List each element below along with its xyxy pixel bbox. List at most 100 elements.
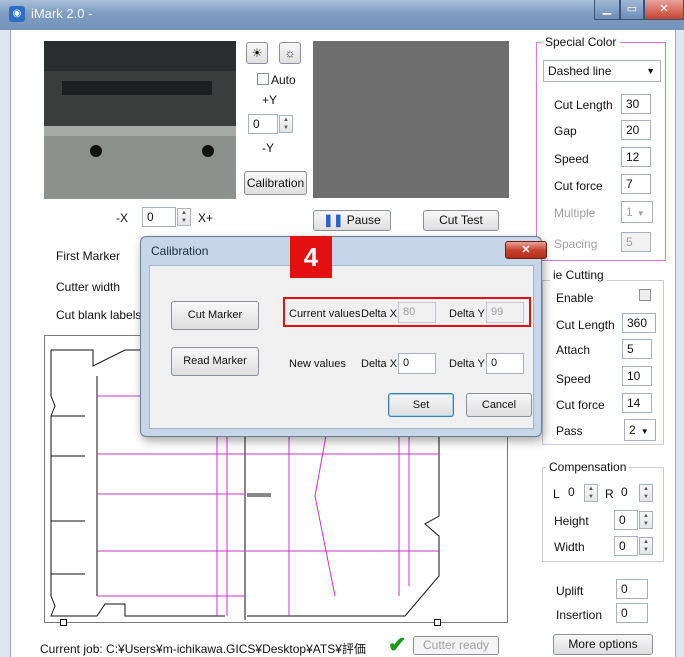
window-title: iMark 2.0 - [31,6,93,21]
current-job-label: Current job: C:¥Users¥m-ichikawa.GICS¥De… [40,642,366,656]
comp-l-stepper[interactable]: ▲ ▼ [584,484,598,502]
pause-label: Pause [346,213,381,227]
highlight-box [283,297,531,327]
cutter-ready-button[interactable]: Cutter ready [413,636,499,655]
dc-cutforce-input[interactable]: 14 [622,393,652,413]
sc-multiple-value: 1 [626,205,633,219]
auto-checkbox[interactable] [257,73,269,85]
sc-cut-length-input[interactable]: 30 [621,94,651,114]
maximize-button[interactable]: ▭ [620,0,644,20]
sc-speed-input[interactable]: 12 [621,147,651,167]
dialog-close-button[interactable]: ✕ [505,241,547,259]
preview-pane [313,41,509,198]
camera-image [44,41,236,199]
new-values-label: New values [289,358,346,370]
plus-x-label: X+ [198,211,214,225]
close-button[interactable]: ✕ [644,0,684,20]
uplift-input[interactable]: 0 [616,579,648,599]
die-cutting-title: ie Cutting [550,268,607,282]
dc-pass-value: 2 [629,423,636,437]
sc-cut-length-label: Cut Length [554,98,613,112]
comp-height-label: Height [554,514,589,528]
dc-speed-label: Speed [556,372,591,386]
insertion-label: Insertion [556,608,603,622]
title-bar: ◉ iMark 2.0 - ▁ ▭ ✕ [0,0,684,30]
comp-l-label: L [553,487,560,501]
dc-enable-checkbox[interactable] [639,289,651,301]
more-options-button[interactable]: More options [553,634,653,655]
line-type-value: Dashed line [548,64,612,78]
dc-cut-length-label: Cut Length [556,318,615,332]
read-marker-button[interactable]: Read Marker [171,347,259,376]
line-type-select[interactable]: Dashed line ▼ [543,60,661,82]
minus-y-label: -Y [262,141,274,155]
comp-width-input[interactable]: 0 [614,536,638,556]
new-dy-input[interactable]: 0 [486,353,524,374]
comp-width-stepper[interactable]: ▲ ▼ [639,537,653,555]
pause-button[interactable]: ❚❚ Pause [313,210,391,231]
sc-gap-input[interactable]: 20 [621,120,651,140]
dc-pass-select[interactable]: 2 ▼ [624,419,656,441]
y-stepper[interactable]: ▲ ▼ [279,115,293,133]
new-dy-label: Delta Y [449,358,485,370]
sc-multiple-label: Multiple [554,206,596,220]
sc-spacing-label: Spacing [554,237,598,251]
eye-icon[interactable]: ◉ [9,6,25,22]
comp-height-input[interactable]: 0 [614,510,638,530]
dc-enable-label: Enable [556,291,594,305]
camera-view [44,41,236,199]
dc-attach-input[interactable]: 5 [622,339,652,359]
comp-width-label: Width [554,540,585,554]
minimize-button[interactable]: ▁ [594,0,620,20]
new-dx-input[interactable]: 0 [398,353,436,374]
chevron-down-icon: ▼ [640,427,649,436]
first-marker-label: First Marker [56,249,120,263]
dc-cutforce-label: Cut force [556,398,605,412]
sc-speed-label: Speed [554,152,589,166]
compensation-title: Compensation [546,460,630,474]
dc-cut-length-input[interactable]: 360 [622,313,656,333]
dc-speed-input[interactable]: 10 [622,366,652,386]
calibration-dialog: Calibration ✕ Cut Marker Read Marker Cur… [140,236,547,437]
set-button[interactable]: Set [388,393,454,417]
special-color-title: Special Color [541,35,621,49]
dc-attach-label: Attach [556,343,591,357]
corner-marker [434,619,441,626]
sc-gap-label: Gap [554,124,577,138]
corner-marker [60,619,67,626]
sc-cutforce-input[interactable]: 7 [621,174,651,194]
brightness-down-icon[interactable]: ☼ [279,42,301,64]
x-stepper[interactable]: ▲ ▼ [177,208,191,226]
chevron-down-icon: ▼ [636,209,645,218]
sc-cutforce-label: Cut force [554,179,603,193]
comp-r-input[interactable]: 0 [617,483,637,503]
comp-r-label: R [605,487,614,501]
brightness-up-icon[interactable]: ☀ [246,42,268,64]
x-offset-input[interactable]: 0 [142,207,176,227]
pause-icon: ❚❚ [323,213,344,227]
comp-r-stepper[interactable]: ▲ ▼ [639,484,653,502]
cut-marker-button[interactable]: Cut Marker [171,301,259,330]
auto-label: Auto [271,73,296,87]
check-icon: ✔ [388,632,407,657]
y-offset-input[interactable]: 0 [248,114,278,134]
comp-l-input[interactable]: 0 [564,483,584,503]
sc-spacing-input[interactable]: 5 [621,232,651,252]
calibration-button[interactable]: Calibration [244,171,307,195]
dc-pass-label: Pass [556,424,583,438]
uplift-label: Uplift [556,584,584,598]
dialog-title: Calibration [151,244,209,258]
minus-x-label: -X [116,211,128,225]
cut-test-button[interactable]: Cut Test [423,210,499,231]
insertion-input[interactable]: 0 [616,603,648,623]
new-dx-label: Delta X [361,358,398,370]
plus-y-label: +Y [262,93,278,107]
cancel-button[interactable]: Cancel [466,393,532,417]
cut-blank-labels-label: Cut blank labels [56,308,142,322]
chevron-down-icon: ▼ [646,66,655,76]
dialog-body: Cut Marker Read Marker Current values De… [149,265,534,429]
comp-height-stepper[interactable]: ▲ ▼ [639,511,653,529]
sc-multiple-select[interactable]: 1 ▼ [621,201,653,223]
cutter-width-label: Cutter width [56,280,121,294]
step-badge: 4 [290,236,332,278]
